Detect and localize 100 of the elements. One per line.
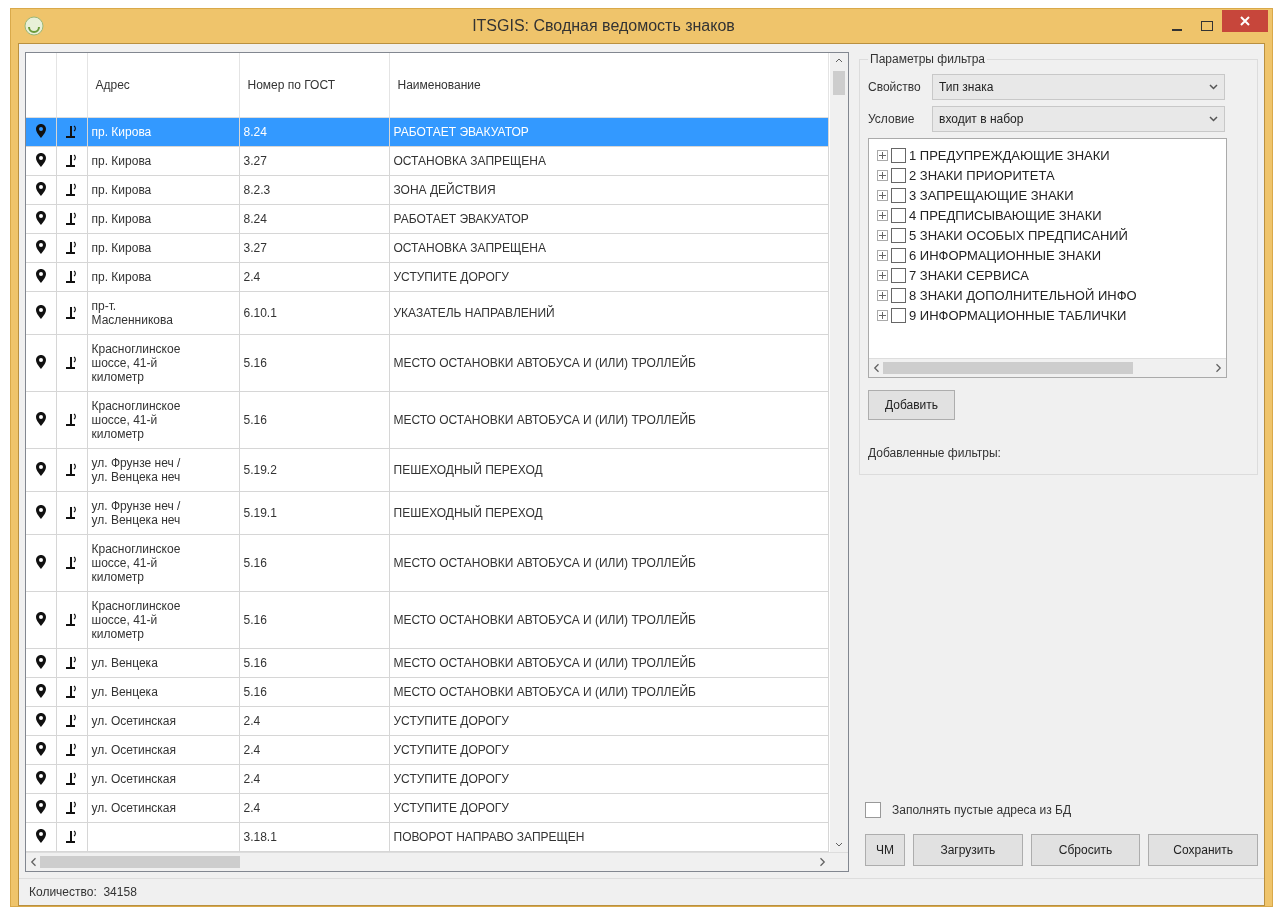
checkbox[interactable]: [891, 187, 906, 203]
action-button[interactable]: ЧМ: [865, 834, 905, 866]
signpost-icon: [64, 123, 79, 138]
expand-icon[interactable]: [877, 309, 888, 321]
table-cell: 5.16: [239, 591, 389, 649]
map-pin-icon: [35, 411, 46, 426]
window-title: ITSGIS: Сводная ведомость знаков: [471, 17, 736, 35]
horizontal-scrollbar[interactable]: [869, 358, 1226, 377]
table-cell: 8.2.3: [239, 175, 389, 205]
horizontal-scrollbar[interactable]: [26, 852, 848, 871]
table-cell: 5.16: [239, 391, 389, 449]
map-pin-icon: [35, 770, 46, 785]
tree-item[interactable]: 8 ЗНАКИ ДОПОЛНИТЕЛЬНОЙ ИНФО: [909, 287, 1137, 303]
maximize-icon: [1201, 21, 1213, 31]
map-pin-icon: [35, 239, 46, 254]
table-cell: 5.16: [239, 648, 389, 678]
group-title: Параметры фильтра: [869, 52, 987, 66]
signpost-icon: [64, 354, 79, 369]
checkbox[interactable]: [891, 147, 906, 163]
expand-icon[interactable]: [877, 209, 888, 221]
tree-item[interactable]: 5 ЗНАКИ ОСОБЫХ ПРЕДПИСАНИЙ: [909, 227, 1128, 243]
table-cell: 2.4: [239, 735, 389, 765]
property-dropdown[interactable]: Тип знака: [932, 74, 1225, 100]
signpost-icon: [64, 741, 79, 756]
action-button[interactable]: Сохранить: [1148, 834, 1258, 866]
expand-icon[interactable]: [877, 289, 888, 301]
action-button[interactable]: Сбросить: [1030, 834, 1141, 866]
map-pin-icon: [35, 741, 46, 756]
vertical-scrollbar[interactable]: [830, 53, 848, 852]
signpost-icon: [64, 828, 79, 843]
table-cell-text: Красноглинское шоссе, 41-й километр: [91, 342, 182, 384]
table-cell: 2.4: [239, 262, 389, 292]
signpost-icon: [64, 683, 79, 698]
table-cell-text: Красноглинское шоссе, 41-й километр: [91, 599, 182, 641]
signpost-icon: [64, 654, 79, 669]
tree-item[interactable]: 7 ЗНАКИ СЕРВИСА: [909, 267, 1029, 283]
signpost-icon: [64, 181, 79, 196]
table-cell: ПЕШЕХОДНЫЙ ПЕРЕХОД: [389, 448, 829, 492]
scroll-thumb[interactable]: [40, 856, 240, 868]
signpost-icon: [64, 411, 79, 426]
table-cell: 3.27: [239, 146, 389, 176]
checkbox[interactable]: [891, 247, 906, 263]
table-cell: МЕСТО ОСТАНОВКИ АВТОБУСА И (ИЛИ) ТРОЛЛЕЙБ: [389, 334, 829, 392]
table-cell: 3.27: [239, 233, 389, 263]
table-cell: МЕСТО ОСТАНОВКИ АВТОБУСА И (ИЛИ) ТРОЛЛЕЙБ: [389, 534, 829, 592]
table-cell-text: пр. Кирова: [91, 270, 153, 284]
tree-item[interactable]: 1 ПРЕДУПРЕЖДАЮЩИЕ ЗНАКИ: [909, 147, 1110, 163]
close-icon: [1240, 16, 1250, 26]
column-header[interactable]: Наименование: [389, 53, 829, 118]
table-cell: 2.4: [239, 793, 389, 823]
expand-icon[interactable]: [877, 229, 888, 241]
checkbox[interactable]: [891, 307, 906, 323]
map-pin-icon: [35, 268, 46, 283]
signpost-icon: [64, 239, 79, 254]
expand-icon[interactable]: [877, 189, 888, 201]
scroll-thumb[interactable]: [833, 71, 845, 95]
map-pin-icon: [35, 461, 46, 476]
table-cell: 3.18.1: [239, 822, 389, 852]
expand-icon[interactable]: [877, 149, 888, 161]
table-cell: МЕСТО ОСТАНОВКИ АВТОБУСА И (ИЛИ) ТРОЛЛЕЙБ: [389, 391, 829, 449]
expand-icon[interactable]: [877, 249, 888, 261]
checkbox[interactable]: [891, 167, 906, 183]
table-cell: 8.24: [239, 117, 389, 147]
table-cell-text: Красноглинское шоссе, 41-й километр: [91, 542, 182, 584]
condition-dropdown[interactable]: входит в набор: [932, 106, 1225, 132]
table-cell: УСТУПИТЕ ДОРОГУ: [389, 262, 829, 292]
checkbox[interactable]: [891, 227, 906, 243]
table-cell: 2.4: [239, 706, 389, 736]
column-header[interactable]: Номер по ГОСТ: [239, 53, 389, 118]
signpost-icon: [64, 504, 79, 519]
map-pin-icon: [35, 554, 46, 569]
signpost-icon: [64, 152, 79, 167]
table-cell: ЗОНА ДЕЙСТВИЯ: [389, 175, 829, 205]
tree-item[interactable]: 3 ЗАПРЕЩАЮЩИЕ ЗНАКИ: [909, 187, 1074, 203]
scroll-thumb[interactable]: [883, 362, 1133, 374]
action-button[interactable]: Загрузить: [913, 834, 1023, 866]
checkbox[interactable]: [891, 207, 906, 223]
checkbox[interactable]: [891, 287, 906, 303]
expand-icon[interactable]: [877, 169, 888, 181]
minimize-icon: [1172, 29, 1182, 31]
table-cell-text: ул. Фрунзе неч / ул. Венцека неч: [91, 456, 182, 484]
tree-item[interactable]: 4 ПРЕДПИСЫВАЮЩИЕ ЗНАКИ: [909, 207, 1102, 223]
checkbox-label: Заполнять пустые адреса из БД: [892, 803, 1072, 817]
add-button[interactable]: Добавить: [868, 390, 956, 420]
tree-item[interactable]: 2 ЗНАКИ ПРИОРИТЕТА: [909, 167, 1055, 183]
table-cell: УСТУПИТЕ ДОРОГУ: [389, 706, 829, 736]
dropdown-caret-icon: [1209, 116, 1218, 122]
checkbox[interactable]: [865, 802, 881, 818]
map-pin-icon: [35, 611, 46, 626]
field-label: Свойство: [868, 80, 922, 94]
checkbox[interactable]: [891, 267, 906, 283]
app-logo-icon: [23, 15, 45, 37]
expand-icon[interactable]: [877, 269, 888, 281]
table-cell: 6.10.1: [239, 291, 389, 335]
column-header[interactable]: Адрес: [87, 53, 239, 118]
close-button[interactable]: [1222, 10, 1268, 32]
map-pin-icon: [35, 712, 46, 727]
tree-item[interactable]: 9 ИНФОРМАЦИОННЫЕ ТАБЛИЧКИ: [909, 307, 1127, 323]
tree-item[interactable]: 6 ИНФОРМАЦИОННЫЕ ЗНАКИ: [909, 247, 1102, 263]
table-cell: УСТУПИТЕ ДОРОГУ: [389, 735, 829, 765]
